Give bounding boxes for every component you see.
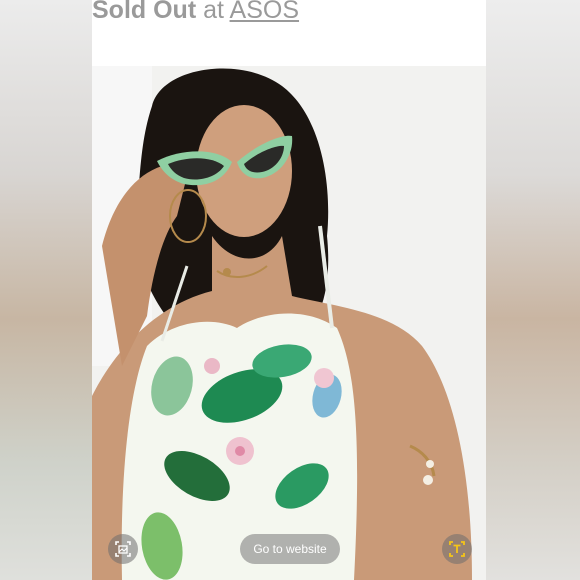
sold-out-label: Sold Out [92,0,197,24]
product-photo [92,66,486,580]
listing-header: Sold Out at ASOS [92,0,486,66]
store-link[interactable]: ASOS [230,0,299,24]
text-recognition-icon [449,541,465,557]
listing-panel: Sold Out at ASOS [92,0,486,580]
blurred-backdrop-left [0,0,92,580]
image-scan-icon [115,541,131,557]
status-line: Sold Out at ASOS [92,0,299,26]
text-recognition-button[interactable] [442,534,472,564]
connector-label: at [203,0,224,24]
blurred-backdrop-right [486,0,580,580]
image-scan-button[interactable] [108,534,138,564]
go-to-website-button[interactable]: Go to website [240,534,340,564]
